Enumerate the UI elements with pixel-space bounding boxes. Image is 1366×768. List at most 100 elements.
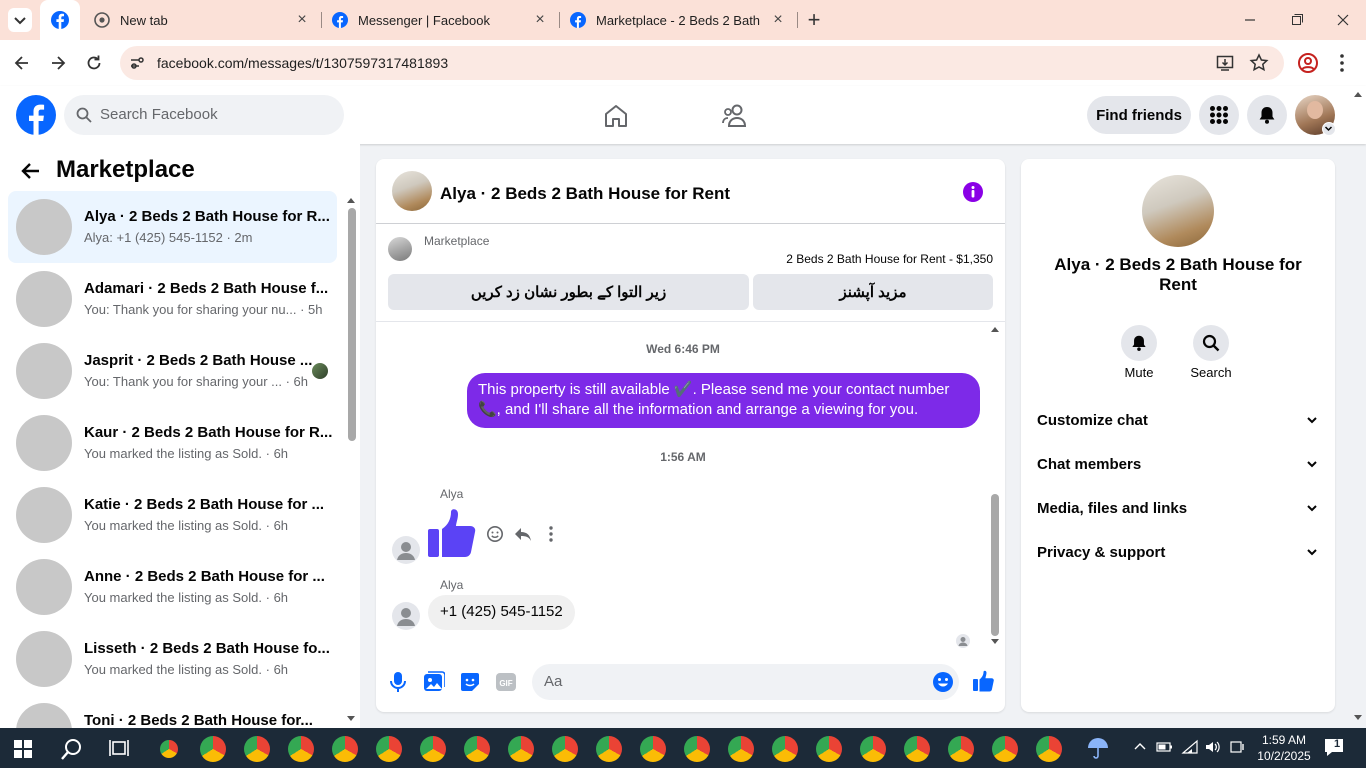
nav-home[interactable] [603,103,629,129]
install-app-icon[interactable] [1216,54,1234,72]
chrome-taskbar-icon[interactable] [508,736,534,762]
outgoing-message[interactable]: This property is still available ✔️. Ple… [467,373,980,428]
conversation-item[interactable]: Lisseth · 2 Beds 2 Bath House fo... You … [8,623,337,695]
chrome-taskbar-icon[interactable] [684,736,710,762]
sender-avatar[interactable] [392,602,420,630]
chrome-taskbar-icon[interactable] [244,736,270,762]
site-settings-icon[interactable] [128,54,146,72]
reply-button[interactable] [514,525,532,543]
chrome-taskbar-icon[interactable] [552,736,578,762]
listing-title[interactable]: 2 Beds 2 Bath House for Rent - $1,350 [786,252,993,266]
bookmark-star-icon[interactable] [1249,53,1269,73]
conversation-item[interactable]: Alya · 2 Beds 2 Bath House for R... Alya… [8,191,337,263]
address-bar[interactable]: facebook.com/messages/t/1307597317481893 [120,46,1284,80]
page-scroll-up[interactable] [1353,90,1363,98]
chrome-taskbar-icon[interactable] [948,736,974,762]
close-window-button[interactable] [1331,12,1355,28]
profile-button[interactable] [1297,52,1319,74]
message-input[interactable]: Aa [532,664,959,700]
react-button[interactable] [486,525,504,543]
conversation-item[interactable]: Toni · 2 Beds 2 Bath House for... [8,695,337,728]
sender-avatar[interactable] [392,536,420,564]
voice-clip-button[interactable] [389,671,407,693]
conversation-item[interactable]: Adamari · 2 Beds 2 Bath House f... You: … [8,263,337,335]
conversation-info-button[interactable] [962,181,984,203]
chat-members-section[interactable]: Chat members [1037,444,1319,484]
clock[interactable]: 1:59 AM 10/2/2025 [1248,732,1320,764]
close-tab-icon[interactable]: × [532,12,548,28]
battery-indicator[interactable] [1156,740,1174,754]
facebook-logo[interactable] [16,95,56,135]
mute-button[interactable] [1121,325,1157,361]
chrome-taskbar-icon[interactable] [728,736,754,762]
more-options-button[interactable]: مزید آپشنز [753,274,993,310]
chrome-taskbar-icon[interactable] [772,736,798,762]
gif-button[interactable]: GIF [495,671,517,693]
restore-button[interactable] [1285,12,1309,28]
chrome-taskbar-icon[interactable] [860,736,886,762]
like-sticker[interactable] [426,507,478,559]
media-files-section[interactable]: Media, files and links [1037,488,1319,528]
weather-widget[interactable] [1086,736,1110,760]
customize-chat-section[interactable]: Customize chat [1037,400,1319,440]
back-button[interactable] [20,160,42,182]
send-like-button[interactable] [972,670,994,692]
scroll-up-arrow[interactable] [990,325,1000,333]
more-actions-button[interactable] [542,525,560,543]
forward-button[interactable] [48,53,68,73]
search-in-conversation-button[interactable] [1193,325,1229,361]
chat-scrollbar-thumb[interactable] [991,494,999,636]
emoji-icon[interactable] [932,671,954,693]
new-tab-button[interactable]: + [804,9,824,31]
pinned-tab-facebook[interactable] [40,0,80,40]
chrome-taskbar-icon[interactable] [596,736,622,762]
volume-indicator[interactable] [1204,739,1222,755]
scroll-down-arrow[interactable] [990,638,1000,646]
close-tab-icon[interactable]: × [770,12,786,28]
conversation-item[interactable]: Anne · 2 Beds 2 Bath House for ... You m… [8,551,337,623]
facebook-search-input[interactable]: Search Facebook [64,95,344,135]
incoming-message[interactable]: +1 (425) 545-1152 [428,595,575,630]
notifications-button[interactable] [1247,95,1287,135]
back-button[interactable] [12,53,32,73]
reload-button[interactable] [84,53,104,73]
task-view-button[interactable] [109,738,129,758]
sticker-button[interactable] [459,671,481,693]
conversation-item[interactable]: Katie · 2 Beds 2 Bath House for ... You … [8,479,337,551]
chrome-taskbar-icon[interactable] [332,736,358,762]
conversation-item[interactable]: Kaur · 2 Beds 2 Bath House for R... You … [8,407,337,479]
chrome-taskbar-icon[interactable] [640,736,666,762]
chrome-taskbar-icon[interactable] [200,736,226,762]
tab-search-button[interactable] [8,8,32,32]
sidebar-scrollbar-thumb[interactable] [348,208,356,441]
tab-new-tab[interactable]: New tab × [84,0,320,40]
chrome-taskbar-icon[interactable] [816,736,842,762]
chrome-taskbar-icon[interactable] [288,736,314,762]
chat-avatar[interactable] [392,171,432,211]
listing-avatar[interactable] [1142,175,1214,247]
chrome-taskbar-icon[interactable] [992,736,1018,762]
chrome-taskbar-icon[interactable] [1036,736,1062,762]
chrome-taskbar-icon[interactable] [420,736,446,762]
minimize-button[interactable] [1238,12,1262,28]
browser-menu-button[interactable] [1334,52,1350,74]
display-indicator[interactable] [1229,739,1245,755]
privacy-support-section[interactable]: Privacy & support [1037,532,1319,572]
chat-title[interactable]: Alya · 2 Beds 2 Bath House for Rent [440,184,730,204]
tab-messenger[interactable]: Messenger | Facebook × [322,0,558,40]
menu-button[interactable] [1199,95,1239,135]
nav-friends[interactable] [721,103,749,129]
close-tab-icon[interactable]: × [294,12,310,28]
start-button[interactable] [14,740,32,758]
scroll-down-arrow[interactable] [346,715,356,723]
account-dropdown[interactable] [1322,122,1336,136]
taskbar-search-button[interactable] [60,737,84,761]
scroll-up-arrow[interactable] [346,196,356,204]
page-scroll-down[interactable] [1353,714,1363,722]
chrome-taskbar-icon[interactable] [156,736,182,762]
chrome-taskbar-icon[interactable] [464,736,490,762]
chrome-taskbar-icon[interactable] [904,736,930,762]
mark-pending-button[interactable]: زیر التوا کے بطور نشان زد کریں [388,274,749,310]
show-hidden-icons[interactable] [1133,740,1147,754]
find-friends-button[interactable]: Find friends [1087,96,1191,134]
